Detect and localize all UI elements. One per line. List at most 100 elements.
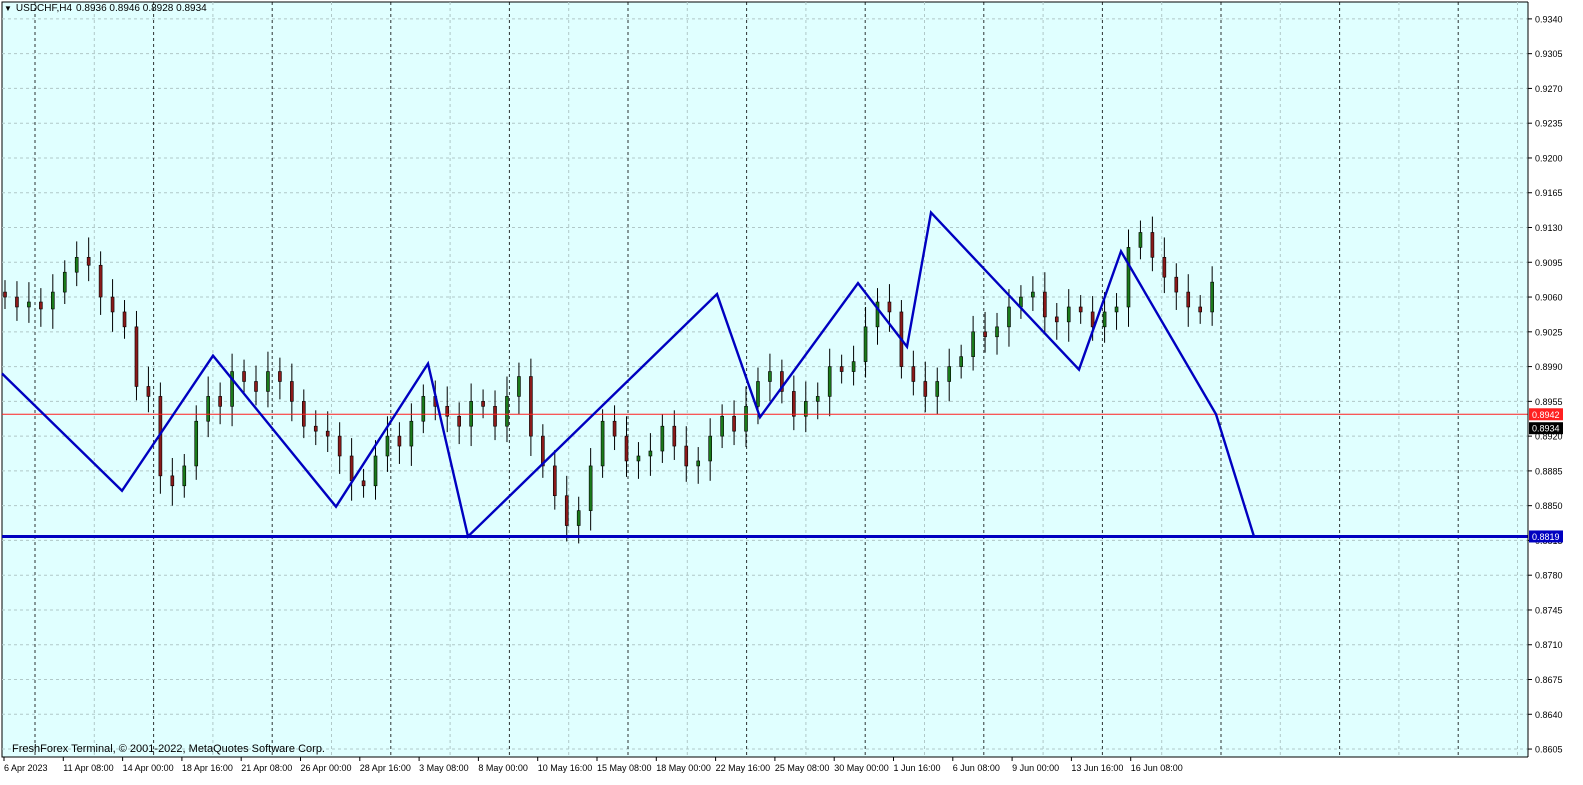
- candle-body: [266, 371, 270, 392]
- price-label: 0.9165: [1535, 188, 1563, 198]
- candle-body: [648, 450, 653, 457]
- candle-body: [505, 396, 509, 427]
- candle-body: [218, 396, 222, 407]
- candle-body: [923, 381, 928, 397]
- candle-body: [98, 264, 103, 298]
- time-label: 13 Jun 16:00: [1071, 763, 1123, 773]
- time-label: 22 May 16:00: [716, 763, 771, 773]
- candle-body: [564, 495, 569, 526]
- candle-body: [851, 361, 856, 372]
- candle-body: [1043, 291, 1047, 318]
- candle-body: [911, 366, 916, 382]
- time-label: 9 Jun 00:00: [1012, 763, 1059, 773]
- price-label: 0.8990: [1535, 362, 1563, 372]
- price-label: 0.8885: [1535, 466, 1563, 476]
- candle-body: [493, 406, 497, 427]
- price-label: 0.9270: [1535, 84, 1563, 94]
- time-label: 8 May 00:00: [478, 763, 528, 773]
- candle-body: [983, 331, 987, 338]
- candle-body: [51, 291, 55, 310]
- candle-body: [3, 291, 7, 298]
- candle-body: [1150, 232, 1155, 258]
- candle-body: [624, 435, 629, 462]
- candle-body: [1090, 311, 1095, 328]
- time-label: 10 May 16:00: [538, 763, 593, 773]
- candle-body: [325, 430, 330, 437]
- candle-body: [696, 460, 701, 467]
- symbol-label: USDCHF,H4: [15, 3, 73, 14]
- chart-window[interactable]: 0.9340 0.9305 0.9270 0.9235 0.9200 0.9165 0.91…: [0, 0, 1583, 785]
- time-axis: 6 Apr 2023 11 Apr 08:00 14 Apr 00:00 18 Apr…: [3, 757, 1183, 773]
- candle-body: [397, 435, 402, 447]
- time-label: 11 Apr 08:00: [63, 763, 113, 773]
- candle-body: [529, 376, 533, 437]
- time-label: 21 Apr 08:00: [241, 763, 292, 773]
- price-label: 0.9060: [1535, 293, 1563, 303]
- price-label: 0.9340: [1535, 14, 1563, 24]
- candle-body: [457, 415, 461, 427]
- candle-body: [612, 420, 617, 437]
- candle-body: [62, 271, 67, 293]
- candle-body: [146, 386, 151, 397]
- candle-body: [815, 396, 820, 402]
- time-label: 25 May 08:00: [775, 763, 830, 773]
- candle-body: [827, 366, 832, 397]
- candle-body: [361, 480, 366, 487]
- candle-body: [672, 425, 677, 447]
- candle-body: [254, 381, 258, 392]
- candle-body: [74, 257, 79, 273]
- chart-canvas[interactable]: 0.9340 0.9305 0.9270 0.9235 0.9200 0.9165 0.91…: [0, 0, 1583, 785]
- price-label: 0.9095: [1535, 258, 1563, 268]
- candle-body: [947, 366, 952, 382]
- candle-body: [684, 445, 689, 467]
- candle-body: [349, 455, 354, 482]
- candle-body: [1186, 291, 1191, 308]
- time-label: 16 Jun 08:00: [1131, 763, 1183, 773]
- candle-body: [636, 455, 641, 462]
- candle-body: [1102, 311, 1107, 328]
- candle-body: [792, 391, 796, 417]
- candle-body: [110, 296, 115, 313]
- candle-body: [1054, 316, 1059, 323]
- time-label: 6 Apr 2023: [4, 763, 48, 773]
- level-price-tag: 0.8819: [1532, 532, 1560, 542]
- candle-body: [600, 420, 605, 467]
- time-label: 1 Jun 16:00: [894, 763, 941, 773]
- candle-body: [1162, 257, 1167, 278]
- candle-body: [839, 366, 844, 372]
- time-label: 14 Apr 00:00: [123, 763, 174, 773]
- candle-body: [1007, 306, 1011, 328]
- candle-body: [744, 406, 748, 432]
- candle-body: [588, 465, 593, 511]
- price-label: 0.9305: [1535, 49, 1563, 59]
- candle-body: [995, 326, 999, 338]
- candle-body: [122, 311, 127, 328]
- time-label: 18 May 00:00: [656, 763, 711, 773]
- candle-body: [1210, 281, 1214, 313]
- price-label: 0.8640: [1535, 710, 1563, 720]
- price-label: 0.8850: [1535, 501, 1563, 511]
- candle-body: [517, 376, 521, 397]
- candle-body: [660, 425, 665, 452]
- price-label: 0.9200: [1535, 153, 1563, 163]
- candle-body: [421, 396, 426, 422]
- candle-body: [86, 257, 91, 266]
- candle-body: [409, 420, 414, 447]
- candle-body: [720, 415, 724, 437]
- chevron-down-icon[interactable]: ▼: [4, 4, 12, 13]
- price-label: 0.8605: [1535, 745, 1563, 755]
- time-label: 6 Jun 08:00: [953, 763, 1000, 773]
- candle-body: [971, 331, 975, 357]
- candle-body: [959, 356, 963, 367]
- time-label: 18 Apr 16:00: [182, 763, 233, 773]
- price-label: 0.9025: [1535, 327, 1563, 337]
- candle-body: [373, 455, 378, 487]
- candle-body: [134, 326, 139, 387]
- candle-body: [768, 371, 772, 382]
- time-label: 26 Apr 00:00: [301, 763, 352, 773]
- price-label: 0.8675: [1535, 675, 1563, 685]
- candle-body: [385, 435, 390, 457]
- bid-price-tag: 0.8934: [1532, 424, 1560, 434]
- candle-body: [708, 435, 712, 462]
- time-label: 30 May 00:00: [834, 763, 889, 773]
